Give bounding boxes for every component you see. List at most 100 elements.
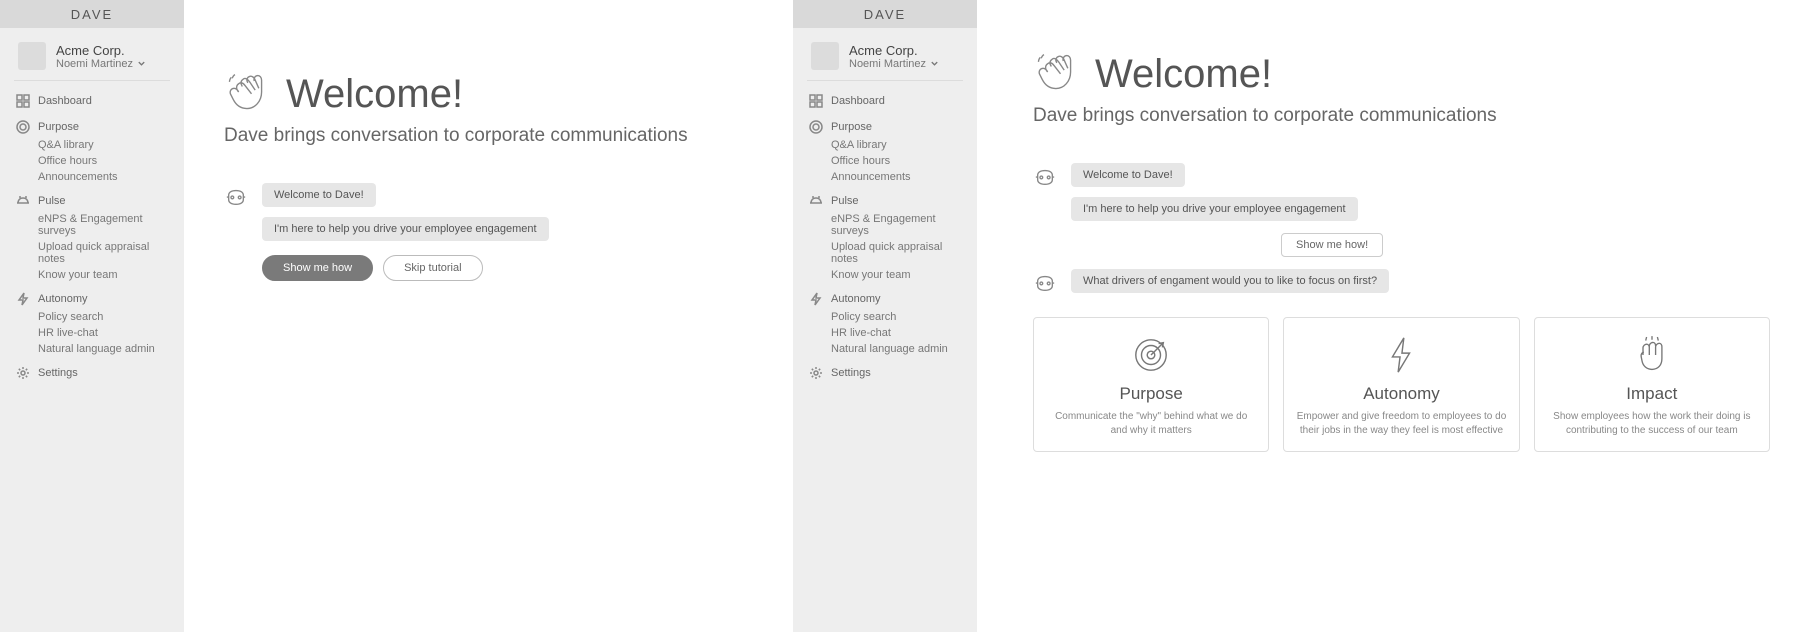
org-user[interactable]: Noemi Martinez — [849, 58, 939, 70]
nav-autonomy-nlp[interactable]: Natural language admin — [16, 341, 178, 357]
nav-autonomy[interactable]: Autonomy — [16, 289, 178, 309]
pulse-icon — [16, 194, 30, 208]
driver-cards: Purpose Communicate the "why" behind wha… — [1033, 317, 1770, 452]
onboarding-chat: Welcome to Dave! I'm here to help you dr… — [224, 183, 763, 281]
wave-icon — [224, 70, 268, 119]
nav-pulse[interactable]: Pulse — [809, 191, 971, 211]
card-title: Impact — [1547, 384, 1757, 404]
nav-pulse-upload[interactable]: Upload quick appraisal notes — [809, 239, 971, 267]
nav-settings[interactable]: Settings — [809, 363, 971, 383]
card-desc: Show employees how the work their doing … — [1547, 410, 1757, 437]
nav-autonomy-policy[interactable]: Policy search — [16, 309, 178, 325]
bolt-icon — [1296, 334, 1506, 376]
org-name: Acme Corp. — [56, 43, 146, 58]
user-message: Show me how! — [1281, 233, 1383, 257]
nav-purpose-announcements[interactable]: Announcements — [16, 169, 178, 185]
nav-purpose[interactable]: Purpose — [809, 117, 971, 137]
hero: Welcome! — [224, 70, 763, 119]
bot-message: Welcome to Dave! — [262, 183, 376, 207]
chevron-down-icon — [137, 59, 146, 68]
nav-pulse-enps[interactable]: eNPS & Engagement surveys — [809, 211, 971, 239]
nav-purpose[interactable]: Purpose — [16, 117, 178, 137]
bot-avatar-icon — [1033, 271, 1057, 295]
card-title: Purpose — [1046, 384, 1256, 404]
onboarding-chat: Welcome to Dave! I'm here to help you dr… — [1033, 163, 1770, 452]
nav-autonomy-policy[interactable]: Policy search — [809, 309, 971, 325]
brand-header: DAVE — [793, 0, 977, 28]
main-content: Welcome! Dave brings conversation to cor… — [977, 0, 1800, 632]
nav: Dashboard Purpose Q&A library Office hou… — [793, 91, 977, 389]
bot-avatar-icon — [1033, 165, 1057, 189]
nav-label: Pulse — [831, 195, 859, 207]
card-autonomy[interactable]: Autonomy Empower and give freedom to emp… — [1283, 317, 1519, 452]
brand-header: DAVE — [0, 0, 184, 28]
card-purpose[interactable]: Purpose Communicate the "why" behind wha… — [1033, 317, 1269, 452]
nav-label: Dashboard — [38, 95, 92, 107]
nav-label: Purpose — [831, 121, 872, 133]
target-icon — [809, 120, 823, 134]
nav-label: Autonomy — [831, 293, 881, 305]
bolt-icon — [809, 292, 823, 306]
bot-message: I'm here to help you drive your employee… — [1071, 197, 1358, 221]
org-logo-placeholder — [811, 42, 839, 70]
dashboard-icon — [16, 94, 30, 108]
nav-pulse-enps[interactable]: eNPS & Engagement surveys — [16, 211, 178, 239]
card-impact[interactable]: Impact Show employees how the work their… — [1534, 317, 1770, 452]
card-desc: Empower and give freedom to employees to… — [1296, 410, 1506, 437]
bot-avatar-icon — [224, 185, 248, 209]
chevron-down-icon — [930, 59, 939, 68]
org-logo-placeholder — [18, 42, 46, 70]
divider — [14, 80, 170, 81]
target-icon — [1046, 334, 1256, 376]
nav-purpose-qa[interactable]: Q&A library — [16, 137, 178, 153]
show-me-how-button[interactable]: Show me how — [262, 255, 373, 281]
nav-settings[interactable]: Settings — [16, 363, 178, 383]
nav-purpose-announcements[interactable]: Announcements — [809, 169, 971, 185]
hero: Welcome! — [1033, 50, 1770, 99]
nav-dashboard[interactable]: Dashboard — [809, 91, 971, 111]
nav-autonomy-nlp[interactable]: Natural language admin — [809, 341, 971, 357]
nav-pulse-upload[interactable]: Upload quick appraisal notes — [16, 239, 178, 267]
bot-message: What drivers of engament would you to li… — [1071, 269, 1389, 293]
org-user[interactable]: Noemi Martinez — [56, 58, 146, 70]
skip-tutorial-button[interactable]: Skip tutorial — [383, 255, 482, 281]
nav-autonomy[interactable]: Autonomy — [809, 289, 971, 309]
dashboard-icon — [809, 94, 823, 108]
org-user-name: Noemi Martinez — [849, 58, 926, 70]
nav-purpose-office[interactable]: Office hours — [809, 153, 971, 169]
nav-pulse[interactable]: Pulse — [16, 191, 178, 211]
nav-dashboard[interactable]: Dashboard — [16, 91, 178, 111]
nav-purpose-office[interactable]: Office hours — [16, 153, 178, 169]
nav-label: Autonomy — [38, 293, 88, 305]
nav: Dashboard Purpose Q&A library Office hou… — [0, 91, 184, 389]
divider — [807, 80, 963, 81]
nav-pulse-know[interactable]: Know your team — [809, 267, 971, 283]
nav-label: Pulse — [38, 195, 66, 207]
gear-icon — [16, 366, 30, 380]
nav-pulse-know[interactable]: Know your team — [16, 267, 178, 283]
org-switcher[interactable]: Acme Corp. Noemi Martinez — [0, 28, 184, 80]
page-title: Welcome! — [286, 72, 463, 117]
page-subtitle: Dave brings conversation to corporate co… — [224, 125, 763, 147]
nav-autonomy-hr[interactable]: HR live-chat — [809, 325, 971, 341]
sidebar: DAVE Acme Corp. Noemi Martinez Dashboard — [0, 0, 184, 632]
cta-row: Show me how Skip tutorial — [262, 255, 483, 281]
org-user-name: Noemi Martinez — [56, 58, 133, 70]
wireframe-state-1: DAVE Acme Corp. Noemi Martinez Dashboard — [0, 0, 793, 632]
org-switcher[interactable]: Acme Corp. Noemi Martinez — [793, 28, 977, 80]
card-title: Autonomy — [1296, 384, 1506, 404]
main-content: Welcome! Dave brings conversation to cor… — [184, 0, 793, 632]
nav-autonomy-hr[interactable]: HR live-chat — [16, 325, 178, 341]
nav-purpose-qa[interactable]: Q&A library — [809, 137, 971, 153]
nav-label: Settings — [831, 367, 871, 379]
org-name: Acme Corp. — [849, 43, 939, 58]
page-subtitle: Dave brings conversation to corporate co… — [1033, 105, 1770, 127]
sidebar: DAVE Acme Corp. Noemi Martinez Dashboard — [793, 0, 977, 632]
bot-message: I'm here to help you drive your employee… — [262, 217, 549, 241]
nav-label: Purpose — [38, 121, 79, 133]
card-desc: Communicate the "why" behind what we do … — [1046, 410, 1256, 437]
bot-message: Welcome to Dave! — [1071, 163, 1185, 187]
page-title: Welcome! — [1095, 52, 1272, 97]
wave-icon — [1033, 50, 1077, 99]
target-icon — [16, 120, 30, 134]
